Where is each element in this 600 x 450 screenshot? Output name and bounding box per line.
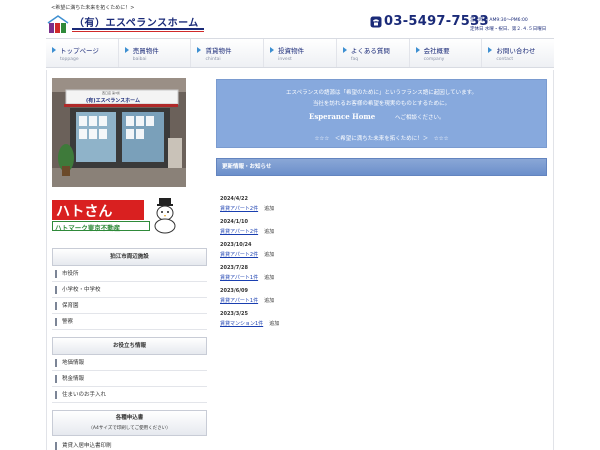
nav-label: お問い合わせ: [496, 47, 536, 55]
nav-label: トップページ: [60, 47, 99, 55]
nav-toppage[interactable]: トップページ toppage: [46, 39, 118, 67]
nav-label: よくある質問: [350, 47, 390, 55]
nav-label: 売買物件: [132, 47, 159, 55]
sidebar-link-tax[interactable]: 税金情報: [52, 371, 207, 387]
news-date: 2023/10/24: [220, 242, 252, 248]
news-note: 追加: [264, 275, 275, 281]
storefront-photo: (有)エスペランスホーム 西口店 第3仮: [52, 78, 186, 187]
store-sign-small: 西口店 第3仮: [102, 91, 120, 95]
nav-sub: faq: [350, 57, 359, 62]
triangle-right-icon: [124, 47, 129, 53]
nav-company[interactable]: 会社概要 company: [408, 39, 482, 67]
news-item: 2023/10/24 賃貸アパート2件 追加: [220, 242, 540, 258]
nav-label: 会社概要: [423, 47, 450, 55]
nav-baibai[interactable]: 売買物件 baibai: [117, 39, 191, 67]
sidebar-section-forms: 各種申込書: [52, 410, 207, 436]
phone-icon: [370, 16, 382, 28]
sidebar-section-forms-title: 各種申込書: [115, 415, 144, 421]
closed-days-line: 定休日 水曜・祝日、第２.４.５日曜日: [470, 27, 547, 32]
sidebar-link-land-price[interactable]: 地価情報: [52, 355, 207, 371]
news-item: 2023/6/09 賃貸アパート1件 追加: [220, 288, 540, 304]
triangle-right-icon: [52, 47, 56, 53]
news-item: 2023/7/28 賃貸アパート1件 追加: [220, 265, 540, 281]
triangle-right-icon: [197, 47, 202, 53]
news-header: 更新情報・お知らせ: [216, 158, 547, 176]
hato-banner-title: ハトさん: [56, 204, 113, 220]
sidebar-link-nursery[interactable]: 保育園: [52, 298, 207, 314]
nav-invest[interactable]: 投資物件 invest: [263, 39, 336, 67]
news-date: 2023/6/09: [220, 288, 249, 294]
news-link[interactable]: 賃貸マンション1件: [220, 321, 263, 327]
company-name[interactable]: （有）エスペランスホーム: [74, 14, 199, 29]
news-note: 追加: [264, 298, 275, 304]
nav-label: 投資物件: [278, 47, 305, 55]
nav-sub: contact: [496, 57, 514, 62]
page: <希望に満ちた未来を拓くために！> （有）エスペランスホーム 03-5497-7…: [0, 0, 600, 450]
news-body: 賃貸アパート1件 追加: [220, 297, 540, 304]
intro-brand: Esperance Home: [309, 112, 376, 121]
intro-box: エスペランスの語源は「希望のために」というフランス語に起因しています。 当社を訪…: [216, 79, 547, 148]
news-body: 賃貸アパート1件 追加: [220, 274, 540, 281]
business-hours-line: 営業時間 AM9:30〜PM6:00: [470, 18, 528, 23]
house-logo-icon[interactable]: [46, 14, 70, 34]
sidebar-link-police[interactable]: 警察: [52, 314, 207, 330]
nav-sub: chintai: [205, 57, 221, 62]
news-note: 追加: [264, 206, 275, 212]
intro-line-4: ☆☆☆ ＜希望に満ちた未来を拓くために！＞ ☆☆☆: [314, 136, 449, 142]
nav-label: 賃貸物件: [205, 47, 232, 55]
hato-banner[interactable]: ハトさん ハトマーク東京不動産: [52, 198, 178, 236]
news-link[interactable]: 賃貸アパート2件: [220, 252, 258, 258]
news-item: 2023/3/25 賃貸マンション1件 追加: [220, 311, 540, 327]
sidebar-forms-note: （A4サイズで印刷してご使用ください）: [88, 426, 171, 431]
business-hours: 営業時間 AM9:30〜PM6:00 定休日 水曜・祝日、第２.４.５日曜日: [470, 16, 546, 34]
news-link[interactable]: 賃貸アパート2件: [220, 206, 258, 212]
news-body: 賃貸アパート2件 追加: [220, 228, 540, 235]
news-note: 追加: [269, 321, 280, 327]
sidebar-section-useful-info: お役立ち情報: [52, 337, 207, 355]
news-body: 賃貸アパート2件 追加: [220, 205, 540, 212]
triangle-right-icon: [488, 47, 493, 53]
intro-brand-tail: へご相談ください。: [395, 115, 445, 121]
nav-contact[interactable]: お問い合わせ contact: [481, 39, 554, 67]
triangle-right-icon: [270, 47, 275, 53]
sidebar-link-city-hall[interactable]: 市役所: [52, 266, 207, 282]
news-date: 2023/3/25: [220, 311, 249, 317]
news-date: 2024/4/22: [220, 196, 249, 202]
news-date: 2023/7/28: [220, 265, 249, 271]
triangle-right-icon: [342, 47, 347, 53]
nav-faq[interactable]: よくある質問 faq: [335, 39, 409, 67]
logo-rule-navy: [72, 28, 204, 30]
nav-sub: company: [423, 57, 445, 62]
triangle-right-icon: [415, 47, 420, 53]
tagline: <希望に満ちた未来を拓くために！>: [51, 5, 135, 11]
dove-mascot-icon: [154, 198, 176, 234]
intro-line-2: 当社を訪れるお客様の希望を現実のものとするために。: [312, 101, 451, 107]
news-link[interactable]: 賃貸アパート1件: [220, 275, 258, 281]
nav-chintai[interactable]: 賃貸物件 chintai: [190, 39, 263, 67]
sidebar-section-facilities: 狛江市周辺施設: [52, 248, 207, 266]
logo-rule-red: [72, 31, 204, 32]
hato-banner-sub: ハトマーク東京不動産: [55, 224, 121, 232]
sidebar-link-rental-application[interactable]: 賃貸入居申込書印刷: [52, 438, 207, 450]
news-date: 2024/1/10: [220, 219, 249, 225]
intro-line-1: エスペランスの語源は「希望のために」というフランス語に起因しています。: [285, 90, 478, 96]
nav-sub: invest: [278, 57, 292, 62]
news-body: 賃貸アパート2件 追加: [220, 251, 540, 258]
main-nav: トップページ toppage 売買物件 baibai 賃貸物件 chintai …: [46, 38, 554, 68]
news-body: 賃貸マンション1件 追加: [220, 320, 540, 327]
nav-sub: baibai: [132, 57, 147, 62]
news-item: 2024/1/10 賃貸アパート2件 追加: [220, 219, 540, 235]
store-sign: (有)エスペランスホーム: [86, 98, 140, 104]
news-note: 追加: [264, 229, 275, 235]
nav-sub: toppage: [60, 57, 79, 62]
news-item: 2024/4/22 賃貸アパート2件 追加: [220, 196, 540, 212]
news-link[interactable]: 賃貸アパート1件: [220, 298, 258, 304]
sidebar-link-home-care[interactable]: 住まいのお手入れ: [52, 387, 207, 403]
news-link[interactable]: 賃貸アパート2件: [220, 229, 258, 235]
sidebar-link-schools[interactable]: 小学校・中学校: [52, 282, 207, 298]
news-note: 追加: [264, 252, 275, 258]
